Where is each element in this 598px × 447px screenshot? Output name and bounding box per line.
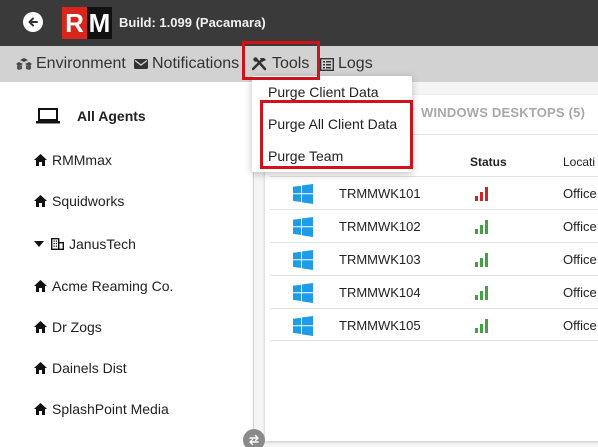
sidebar-item-rmmmax[interactable]: RMMmax: [34, 152, 112, 168]
home-icon: [34, 154, 47, 166]
list-alt-icon: [320, 57, 334, 71]
all-agents-item[interactable]: All Agents: [36, 108, 146, 124]
back-button[interactable]: [23, 12, 43, 32]
laptop-icon: [36, 108, 60, 124]
building-icon: [51, 238, 64, 250]
signal-bars-icon: [475, 220, 488, 234]
home-icon: [34, 280, 47, 292]
cubes-icon: [16, 58, 32, 70]
envelope-icon: [134, 59, 148, 69]
device-location: Office: [563, 318, 597, 333]
device-name: TRMMWK102: [339, 219, 421, 234]
sidebar-item-squidworks[interactable]: Squidworks: [34, 193, 124, 209]
sidebar-item-janustech[interactable]: JanusTech: [34, 236, 136, 252]
windows-icon: [293, 316, 313, 336]
logo-r: R: [62, 7, 87, 39]
signal-bars-icon: [475, 319, 488, 333]
sidebar-item-dainels-dist[interactable]: Dainels Dist: [34, 360, 127, 376]
build-label: Build: 1.099 (Pacamara): [119, 15, 266, 30]
device-location: Office: [563, 219, 597, 234]
menu-environment-label: Environment: [36, 55, 126, 72]
device-location: Office: [563, 186, 597, 201]
sidebar-item-label: Squidworks: [52, 193, 125, 209]
sidebar-item-label: Acme Reaming Co.: [52, 278, 174, 294]
device-location: Office: [563, 285, 597, 300]
table-row[interactable]: TRMMWK103 Office: [270, 242, 598, 275]
windows-icon: [293, 250, 313, 270]
column-header-location[interactable]: Locati: [563, 155, 595, 169]
table-row[interactable]: TRMMWK102 Office: [270, 209, 598, 242]
arrow-left-icon: [28, 17, 38, 27]
agent-sidebar: [0, 82, 254, 447]
sidebar-item-label: Dr Zogs: [52, 319, 102, 335]
menu-environment[interactable]: Environment: [16, 46, 126, 82]
top-bar: R M Build: 1.099 (Pacamara): [0, 0, 598, 46]
device-name: TRMMWK105: [339, 318, 421, 333]
signal-bars-icon: [475, 187, 488, 201]
menu-notifications[interactable]: Notifications: [134, 46, 239, 82]
rm-logo: R M: [62, 7, 112, 39]
home-icon: [34, 321, 47, 333]
sidebar-item-label: JanusTech: [69, 236, 136, 252]
sidebar-item-label: Dainels Dist: [52, 360, 127, 376]
menu-logs-label: Logs: [338, 55, 373, 72]
device-name: TRMMWK101: [339, 186, 421, 201]
sidebar-item-label: SplashPoint Media: [52, 401, 169, 417]
sidebar-item-label: RMMmax: [52, 152, 112, 168]
menu-notifications-label: Notifications: [152, 55, 240, 72]
windows-icon: [293, 283, 313, 303]
tab-windows-desktops[interactable]: WINDOWS DESKTOPS (5): [421, 105, 585, 120]
home-icon: [34, 403, 47, 415]
home-icon: [34, 362, 47, 374]
signal-bars-icon: [475, 253, 488, 267]
device-name: TRMMWK103: [339, 252, 421, 267]
logo-m: M: [87, 7, 112, 39]
device-location: Office: [563, 252, 597, 267]
device-name: TRMMWK104: [339, 285, 421, 300]
home-icon: [34, 195, 47, 207]
swap-arrows-icon: [249, 434, 259, 446]
caret-down-icon[interactable]: [34, 240, 44, 248]
menu-item-purge-client-data[interactable]: Purge Client Data: [268, 84, 379, 100]
sidebar-item-dr-zogs[interactable]: Dr Zogs: [34, 319, 102, 335]
sidebar-item-splashpoint-media[interactable]: SplashPoint Media: [34, 401, 169, 417]
all-agents-label: All Agents: [77, 108, 146, 124]
windows-icon: [293, 184, 313, 204]
sidebar-toggle-button[interactable]: [243, 429, 265, 447]
table-row[interactable]: TRMMWK101 Office: [270, 176, 598, 209]
column-header-status[interactable]: Status: [470, 155, 507, 169]
purge-highlight-box: [260, 100, 413, 169]
tools-highlight-box: [242, 41, 320, 80]
table-row[interactable]: TRMMWK104 Office: [270, 275, 598, 308]
signal-bars-icon: [475, 286, 488, 300]
windows-icon: [293, 217, 313, 237]
sidebar-item-acme-reaming[interactable]: Acme Reaming Co.: [34, 278, 173, 294]
table-row[interactable]: TRMMWK105 Office: [270, 308, 598, 341]
